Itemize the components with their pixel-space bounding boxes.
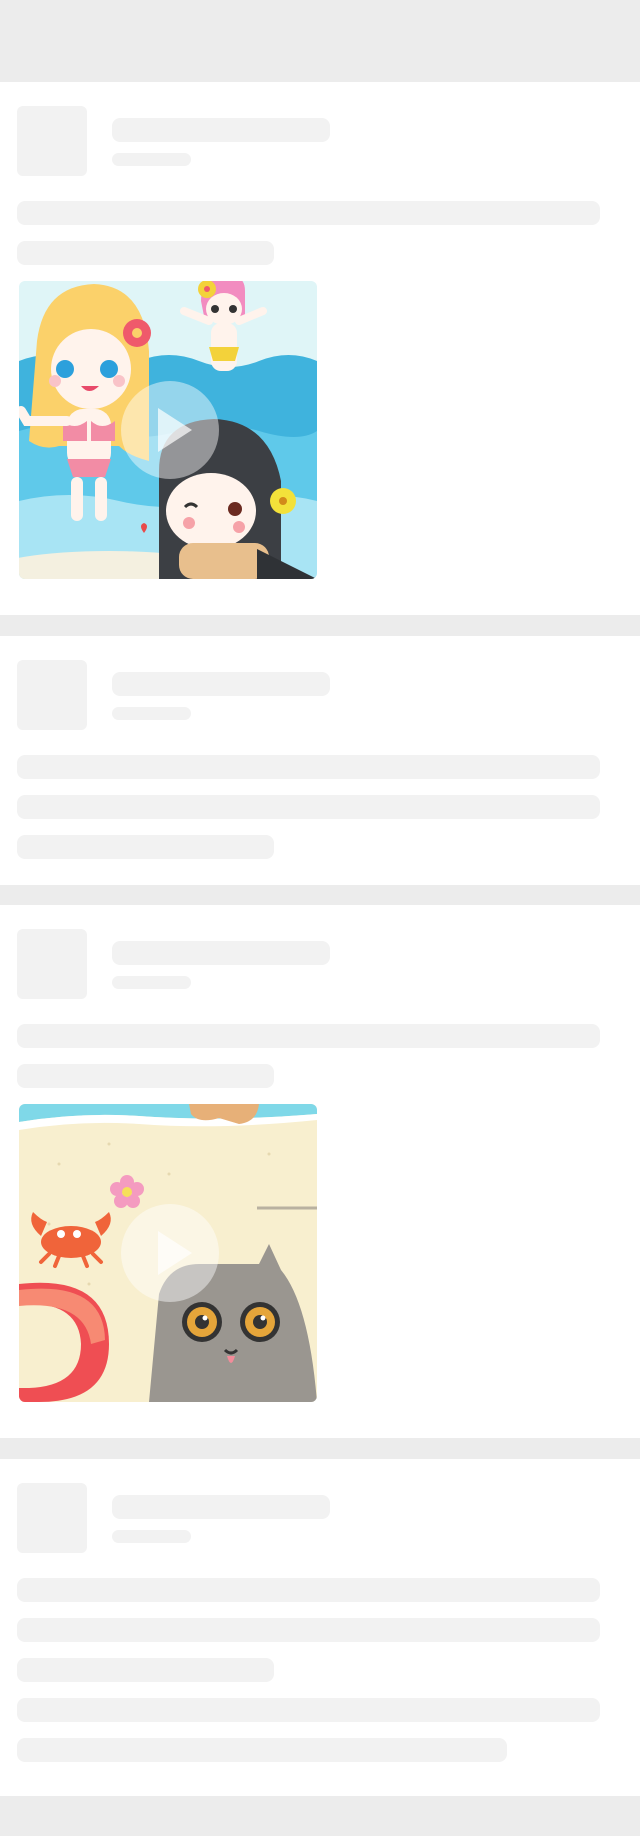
avatar-placeholder xyxy=(17,1483,87,1553)
text-line-placeholder xyxy=(17,1658,274,1682)
text-line-placeholder xyxy=(17,241,274,265)
text-line-placeholder xyxy=(17,1698,600,1722)
feed-card-4[interactable] xyxy=(0,1459,640,1796)
time-placeholder xyxy=(112,1530,191,1543)
play-icon[interactable] xyxy=(121,381,219,479)
avatar-placeholder xyxy=(17,929,87,999)
time-placeholder xyxy=(112,976,191,989)
top-bar xyxy=(0,0,640,82)
name-placeholder xyxy=(112,941,330,965)
video-thumbnail[interactable] xyxy=(19,1104,317,1402)
text-line-placeholder xyxy=(17,1618,600,1642)
feed-card-1[interactable] xyxy=(0,82,640,615)
play-icon[interactable] xyxy=(121,1204,219,1302)
name-placeholder xyxy=(112,672,330,696)
time-placeholder xyxy=(112,707,191,720)
text-line-placeholder xyxy=(17,1064,274,1088)
text-line-placeholder xyxy=(17,755,600,779)
feed-card-2[interactable] xyxy=(0,636,640,885)
time-placeholder xyxy=(112,153,191,166)
text-line-placeholder xyxy=(17,1024,600,1048)
avatar-placeholder xyxy=(17,660,87,730)
feed-card-3[interactable] xyxy=(0,905,640,1438)
text-line-placeholder xyxy=(17,835,274,859)
text-line-placeholder xyxy=(17,1738,507,1762)
video-thumbnail[interactable] xyxy=(19,281,317,579)
bottom-bar xyxy=(0,1796,640,1836)
text-line-placeholder xyxy=(17,201,600,225)
text-line-placeholder xyxy=(17,795,600,819)
name-placeholder xyxy=(112,118,330,142)
avatar-placeholder xyxy=(17,106,87,176)
text-line-placeholder xyxy=(17,1578,600,1602)
name-placeholder xyxy=(112,1495,330,1519)
